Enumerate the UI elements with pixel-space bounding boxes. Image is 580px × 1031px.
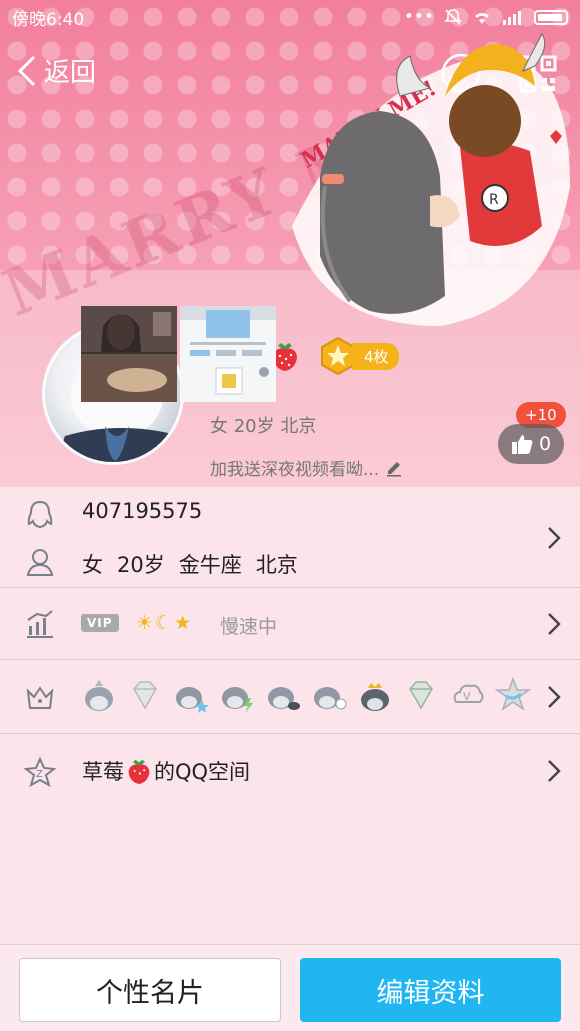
user-icon (26, 549, 54, 576)
back-label: 返回 (44, 58, 97, 88)
medal-wall[interactable]: 4枚 (318, 336, 399, 376)
wifi-icon (475, 13, 489, 24)
diamond-badge-icon (133, 681, 157, 710)
basic-info-detail: 女 20岁 金牛座 北京 (82, 549, 298, 579)
mute-bell-icon (444, 9, 462, 25)
signature-row[interactable]: 加我送深夜视频看呦... (210, 455, 403, 480)
qq-level-icons: ☀ ☾ ★ (136, 612, 191, 634)
star-level-icon: ★ (174, 612, 192, 634)
penguin-heart-badge-icon (314, 687, 347, 710)
penguin-crown-badge-icon (361, 683, 389, 711)
back-button[interactable]: 返回 (14, 52, 96, 89)
signature-text: 加我送深夜视频看呦... (210, 460, 380, 480)
status-icons: ••• (404, 7, 568, 27)
city: 北京 (255, 553, 298, 577)
vip-badge: VIP (81, 614, 119, 632)
qq-space-title: 草莓 的QQ空间 (82, 756, 250, 786)
star-icon: Z (24, 756, 56, 788)
penguin-bird-badge-icon (268, 687, 300, 710)
profile-gender-age-city: 女 20岁 北京 (210, 416, 317, 437)
profile-info-list: 407195575 女 20岁 金牛座 北京 VIP ☀ ☾ ★ 慢速中 V Z… (0, 487, 580, 944)
more-dots-icon: ••• (403, 7, 434, 27)
chevron-right-icon (548, 613, 561, 635)
medal-count: 4枚 (352, 342, 399, 370)
svg-text:V: V (463, 690, 471, 703)
vip-cloud-badge-icon: V (453, 684, 484, 703)
back-chevron-icon (17, 55, 36, 86)
moon-icon: ☾ (155, 612, 173, 634)
chart-icon (27, 610, 53, 638)
bottom-action-bar: 个性名片 编辑资料 (0, 944, 580, 1031)
qq-number: 407195575 (82, 499, 203, 523)
badge-list: V (80, 676, 532, 714)
badges-row[interactable]: V (0, 660, 580, 734)
edit-profile-button[interactable]: 编辑资料 (300, 958, 561, 1022)
basic-info-row[interactable]: 407195575 女 20岁 金牛座 北京 (0, 487, 580, 588)
star-badge-icon (494, 676, 532, 711)
chevron-right-icon (548, 527, 561, 549)
edit-pencil-icon (387, 461, 402, 476)
marry-me-illustration: MARRY ME! R (292, 33, 570, 326)
space-title-suffix: 的QQ空间 (154, 760, 251, 784)
like-button[interactable]: 0 (498, 424, 564, 464)
qq-space-row[interactable]: Z 草莓 的QQ空间 (0, 734, 580, 944)
penguin-badge-icon (85, 680, 113, 711)
vip-level-row[interactable]: VIP ☀ ☾ ★ 慢速中 (0, 588, 580, 660)
chevron-right-icon (548, 760, 561, 782)
signal-icon (503, 11, 521, 25)
crown-icon (26, 686, 54, 709)
thumbs-up-icon (511, 435, 533, 454)
space-title-prefix: 草莓 (82, 760, 124, 784)
personal-card-button[interactable]: 个性名片 (19, 958, 281, 1022)
sun-icon: ☀ (136, 612, 154, 634)
chevron-right-icon (548, 686, 561, 708)
green-diamond-badge-icon (409, 681, 433, 710)
penguin-star-badge-icon (176, 687, 209, 713)
age: 20岁 (117, 553, 165, 577)
space-screenshot-thumbnail[interactable] (180, 306, 276, 402)
penguin-icon (27, 500, 53, 529)
gender: 女 (82, 553, 103, 577)
like-count: 0 (538, 433, 552, 455)
penguin-lightning-badge-icon (222, 687, 253, 713)
space-photo-thumbnail[interactable] (81, 306, 177, 402)
vip-speed-status: 慢速中 (220, 616, 278, 638)
strawberry-icon (128, 759, 150, 784)
svg-text:R: R (489, 192, 499, 208)
battery-icon (534, 9, 568, 25)
svg-text:Z: Z (36, 769, 43, 780)
zodiac: 金牛座 (178, 553, 242, 577)
